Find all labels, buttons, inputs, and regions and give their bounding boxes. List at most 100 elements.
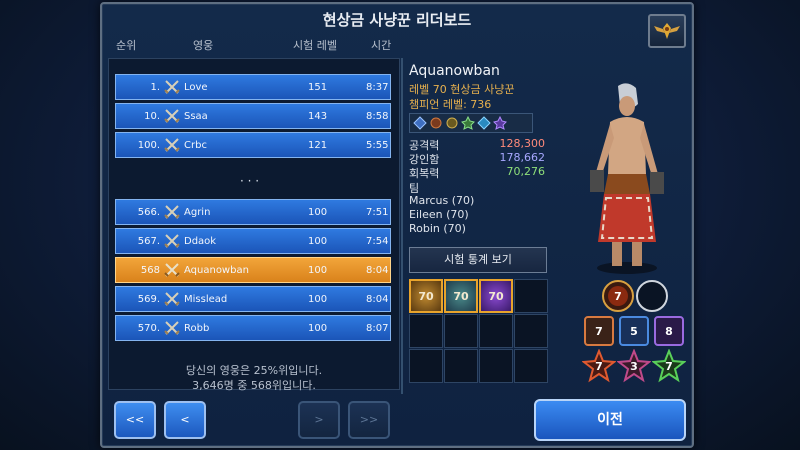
row-rank: 570. [137,323,160,334]
skill-token[interactable]: 7 [582,349,616,383]
rune-icon [461,116,475,130]
gem-inventory-grid: 70 70 70 [409,279,548,383]
skill-token[interactable]: 7 [582,314,616,348]
rune-icon [477,116,491,130]
leaderboard-row[interactable]: 10. Ssaa 143 8:58 [115,103,391,129]
leaderboard-row-current-player[interactable]: 568 Aquanowban 100 8:04 [115,257,391,283]
leaderboard-row[interactable]: 570. Robb 100 8:07 [115,315,391,341]
gem-level: 70 [418,289,434,303]
view-trial-stats-button[interactable]: 시험 통계 보기 [409,247,547,273]
token-value: 7 [614,289,622,303]
leaderboard-row[interactable]: 1. Love 151 8:37 [115,74,391,100]
row-time: 8:07 [366,323,389,334]
winged-emblem-icon [654,23,680,39]
skill-token[interactable]: 7 [652,349,686,383]
empty-slot[interactable] [409,314,443,348]
hero-champion-level: 챔피언 레벨: 736 [409,98,492,111]
column-header-time: 시간 [371,39,392,52]
empty-token-slot[interactable] [635,279,669,313]
row-time: 5:55 [366,140,389,151]
row-rank: 568 [140,265,160,276]
team-member: Robin (70) [409,222,466,235]
row-hero-name: Ddaok [184,236,217,247]
row-time: 8:04 [366,294,389,305]
emblem-button[interactable] [648,14,686,48]
row-hero-name: Crbc [184,140,207,151]
gem-slot[interactable]: 70 [479,279,513,313]
row-level: 100 [308,323,328,334]
rune-icon [446,117,458,129]
last-page-button[interactable]: >> [348,401,390,439]
row-rank: 1. [150,82,160,93]
crossed-swords-icon [164,205,180,219]
empty-slot[interactable] [514,349,548,383]
row-level: 100 [308,236,328,247]
row-level: 151 [308,82,328,93]
row-rank: 567. [137,236,160,247]
stat-value-toughness: 178,662 [499,151,546,164]
token-value: 7 [595,324,603,338]
first-page-button[interactable]: << [114,401,156,439]
leaderboard-row[interactable]: 100. Crbc 121 5:55 [115,132,391,158]
row-hero-name: Misslead [184,294,228,305]
column-header-trial-level: 시험 레벨 [293,39,337,52]
crossed-swords-icon [164,234,180,248]
token-value: 8 [665,324,673,338]
crossed-swords-icon [164,321,180,335]
leaderboard-row[interactable]: 567. Ddaok 100 7:54 [115,228,391,254]
rune-icon [493,116,507,130]
team-member: Marcus (70) [409,194,475,207]
hero-name: Aquanowban [409,63,500,79]
row-rank: 10. [144,111,160,122]
hero-rune-bar [409,113,533,133]
row-time: 7:51 [366,207,389,218]
row-rank: 569. [137,294,160,305]
leaderboard-row[interactable]: 569. Misslead 100 8:04 [115,286,391,312]
skill-token[interactable]: 8 [652,314,686,348]
token-value: 7 [665,359,673,373]
panel-divider [401,58,403,394]
next-page-button[interactable]: > [298,401,340,439]
crossed-swords-icon [164,80,180,94]
row-rank: 566. [137,207,160,218]
leaderboard-row[interactable]: 566. Agrin 100 7:51 [115,199,391,225]
team-member: Eileen (70) [409,208,469,221]
empty-slot[interactable] [479,349,513,383]
empty-slot[interactable] [409,349,443,383]
column-header-hero: 영웅 [193,39,214,52]
row-level: 143 [308,111,328,122]
row-hero-name: Ssaa [184,111,208,122]
rune-icon [413,116,427,130]
row-level: 100 [308,207,328,218]
hero-portrait [590,83,664,274]
row-level: 100 [308,294,328,305]
crossed-swords-icon [164,109,180,123]
empty-slot[interactable] [444,349,478,383]
gem-slot[interactable]: 70 [444,279,478,313]
row-rank: 100. [137,140,160,151]
row-hero-name: Aquanowban [184,265,249,276]
row-hero-name: Robb [184,323,210,334]
skill-token[interactable]: 7 [601,279,635,313]
empty-slot[interactable] [514,314,548,348]
column-header-rank: 순위 [116,39,137,52]
gem-slot[interactable]: 70 [409,279,443,313]
crossed-swords-icon [164,292,180,306]
crossed-swords-icon [164,138,180,152]
stat-label-recovery: 회복력 [409,167,440,180]
row-level: 121 [308,140,328,151]
rank-summary-text: 3,646명 중 568위입니다. [192,379,316,392]
row-time: 8:04 [366,265,389,276]
stat-value-recovery: 70,276 [506,165,546,178]
window-title: 현상금 사냥꾼 리더보드 [322,11,472,29]
skill-token[interactable]: 3 [617,349,651,383]
empty-slot[interactable] [444,314,478,348]
empty-slot[interactable] [479,314,513,348]
previous-page-button[interactable]: < [164,401,206,439]
back-button[interactable]: 이전 [534,399,686,441]
empty-slot[interactable] [514,279,548,313]
hero-level-class: 레벨 70 현상금 사냥꾼 [409,83,515,96]
skill-token[interactable]: 5 [617,314,651,348]
row-time: 8:58 [366,111,389,122]
row-time: 8:37 [366,82,389,93]
